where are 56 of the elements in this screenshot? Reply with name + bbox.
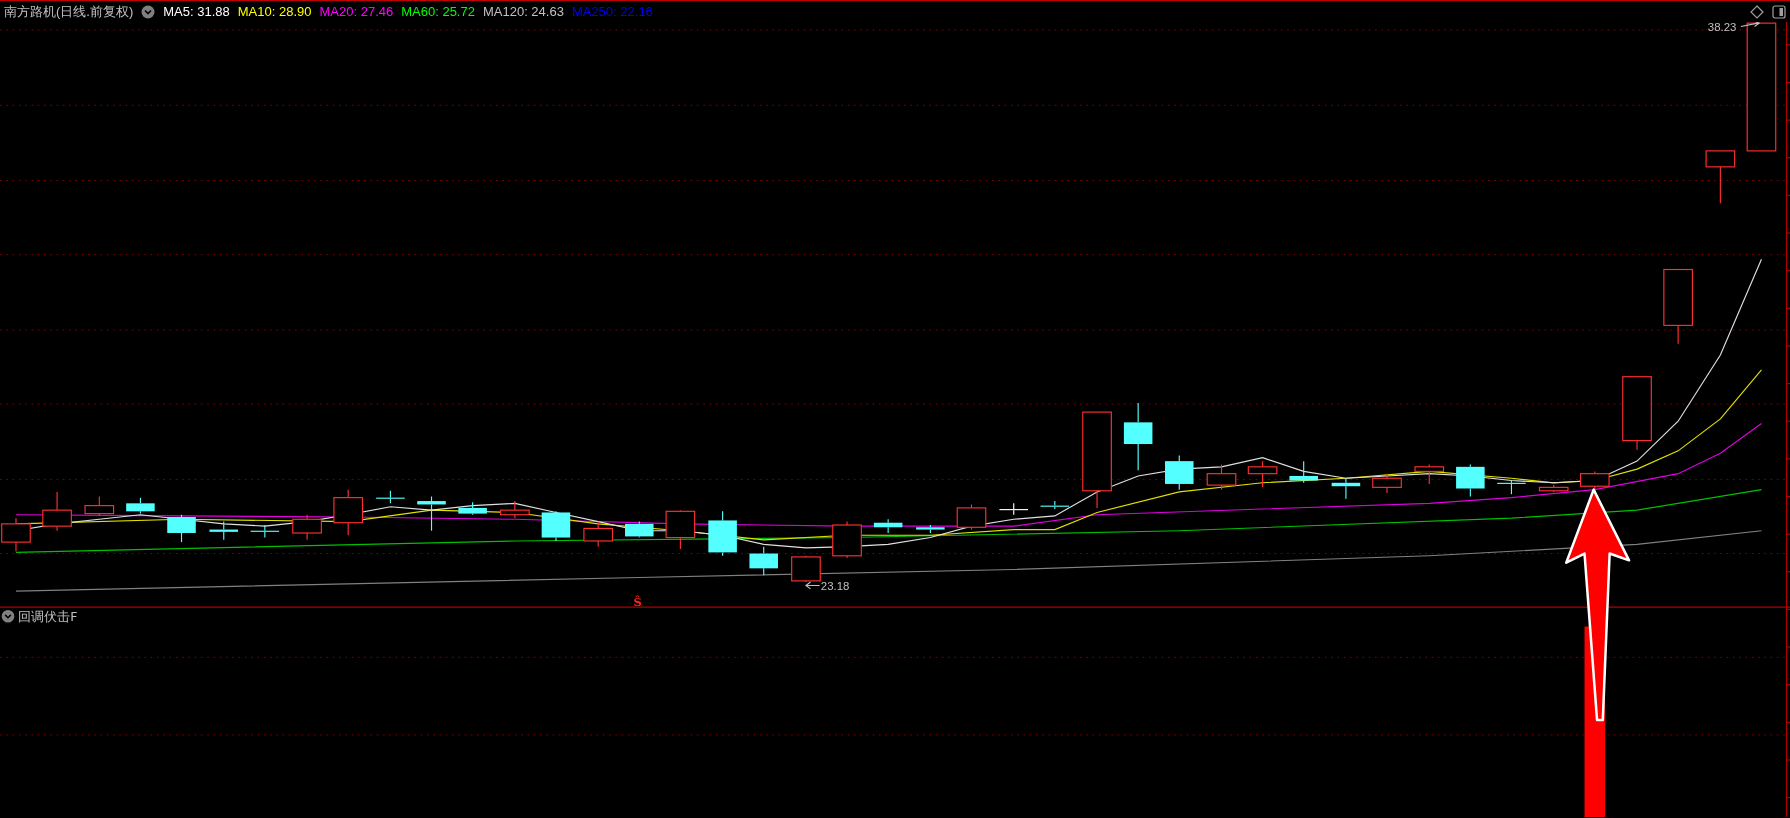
- candlestick: [1705, 150, 1736, 204]
- candlestick: [1247, 460, 1278, 488]
- low-price-label: 23.18: [820, 580, 850, 592]
- dropdown-icon[interactable]: [141, 4, 156, 19]
- diamond-icon[interactable]: [1750, 5, 1764, 20]
- candlestick: [250, 524, 280, 539]
- candlestick: [708, 510, 737, 557]
- high-price-label: 38.23: [1707, 22, 1737, 34]
- signal-marker: Ŝ: [633, 595, 642, 609]
- candlestick: [916, 524, 945, 534]
- candlestick: [1414, 464, 1445, 485]
- candlestick: [1165, 454, 1194, 491]
- candlestick: [167, 514, 196, 543]
- candlestick: [956, 503, 987, 531]
- candlestick: [873, 518, 903, 534]
- indicator-value: MA5: 31.88: [163, 2, 230, 21]
- candlestick: [1538, 484, 1569, 493]
- candlestick: [1579, 470, 1610, 491]
- candlestick: [1206, 464, 1237, 491]
- indicator-value: MA60: 25.72: [401, 2, 475, 21]
- candlestick: [1289, 460, 1318, 484]
- dropdown-icon[interactable]: [1, 610, 15, 623]
- candlestick: [541, 510, 571, 542]
- candlestick: [665, 509, 696, 550]
- chart-title: 南方路机(日线.前复权): [4, 2, 134, 21]
- candlestick: [333, 489, 363, 536]
- candlestick: [1123, 402, 1153, 471]
- candlestick: [292, 514, 322, 541]
- candlestick: [1040, 500, 1070, 510]
- candlestick: [1372, 473, 1402, 494]
- candlestick: [583, 521, 614, 548]
- candlestick: [832, 521, 862, 559]
- candlestick: [1456, 464, 1485, 498]
- candlestick: [458, 501, 487, 516]
- indicator-value: MA10: 28.90: [237, 2, 312, 21]
- candlestick: [417, 495, 446, 532]
- indicator-value: MA250: 22.16: [571, 2, 653, 21]
- panel-toggle-icon[interactable]: [1772, 5, 1786, 20]
- candlestick: [999, 502, 1028, 516]
- candlestick: [1, 517, 31, 552]
- candlestick: [1497, 479, 1526, 495]
- pointer-arrow-icon: [1740, 22, 1761, 28]
- indicator-value: MA20: 27.46: [319, 2, 394, 21]
- candlestick: [126, 497, 155, 515]
- candlestick: [209, 521, 238, 541]
- indicator-panel-title: 回调伏击F: [18, 608, 78, 624]
- candlestick: [1331, 477, 1361, 500]
- candlestick: [625, 521, 654, 539]
- indicator-value: MA120: 24.63: [482, 2, 564, 21]
- candlestick: [42, 491, 72, 532]
- candlestick: [376, 490, 405, 504]
- pointer-arrow-icon: [805, 581, 821, 590]
- candlestick: [749, 546, 778, 576]
- candlestick: [500, 500, 530, 519]
- candlestick: [84, 495, 115, 517]
- candlestick: [791, 555, 821, 583]
